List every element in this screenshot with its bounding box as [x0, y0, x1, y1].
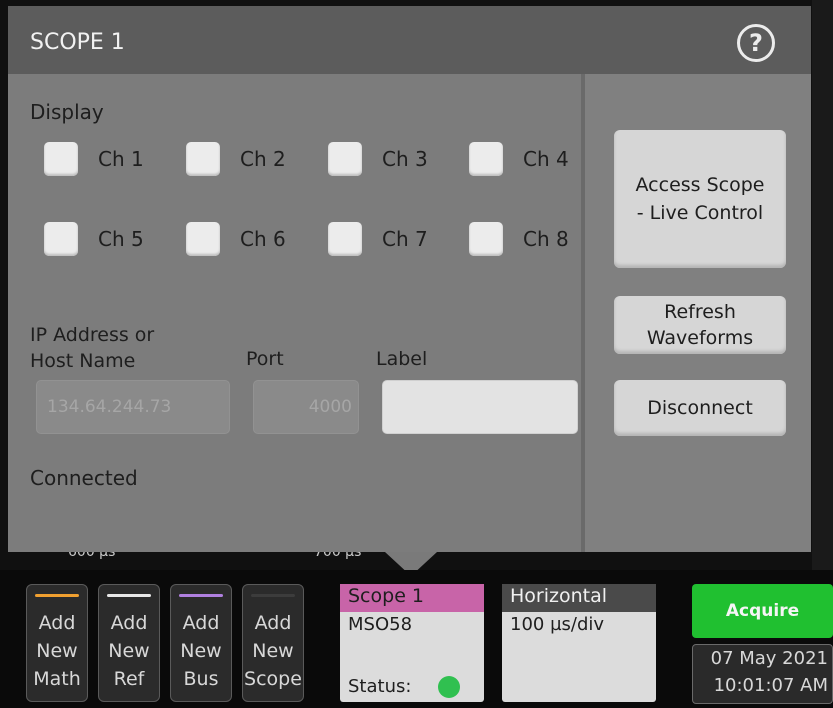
channel-label: Ch 5 — [98, 227, 144, 251]
label-field-label: Label — [376, 348, 428, 370]
channel-label: Ch 2 — [240, 147, 286, 171]
ip-address-input[interactable]: 134.64.244.73 — [36, 380, 230, 434]
channel-label: Ch 6 — [240, 227, 286, 251]
status-label: Status: — [348, 676, 412, 697]
scope-color-bar — [251, 594, 295, 597]
waveform-edge — [812, 0, 833, 570]
channel-label: Ch 1 — [98, 147, 144, 171]
checkbox-icon[interactable] — [328, 142, 362, 176]
refresh-waveforms-button[interactable]: Refresh Waveforms — [614, 296, 786, 354]
add-new-bus-button[interactable]: Add New Bus — [170, 584, 232, 702]
channel-label: Ch 8 — [523, 227, 569, 251]
ip-address-label: IP Address or Host Name — [30, 324, 155, 372]
scope-1-badge[interactable]: Scope 1 MSO58 Status: — [340, 584, 484, 702]
add-new-math-label: Add New Math — [33, 612, 81, 690]
math-color-bar — [35, 594, 79, 597]
checkbox-icon[interactable] — [328, 222, 362, 256]
channel-checkbox-6[interactable]: Ch 6 — [186, 222, 286, 256]
help-icon[interactable]: ? — [737, 24, 775, 62]
add-new-math-button[interactable]: Add New Math — [26, 584, 88, 702]
add-new-ref-button[interactable]: Add New Ref — [98, 584, 160, 702]
label-input[interactable] — [382, 380, 578, 434]
channel-checkbox-7[interactable]: Ch 7 — [328, 222, 428, 256]
add-new-bus-label: Add New Bus — [180, 612, 222, 690]
disconnect-button[interactable]: Disconnect — [614, 380, 786, 436]
channel-checkbox-4[interactable]: Ch 4 — [469, 142, 569, 176]
checkbox-icon[interactable] — [469, 142, 503, 176]
port-input[interactable]: 4000 — [253, 380, 359, 434]
date-text: 07 May 2021 — [710, 648, 828, 669]
dialog-titlebar: SCOPE 1 ? — [8, 6, 811, 74]
display-label: Display — [30, 100, 104, 124]
add-new-ref-label: Add New Ref — [108, 612, 150, 690]
status-indicator-icon — [438, 676, 460, 698]
channel-label: Ch 3 — [382, 147, 428, 171]
channel-checkbox-5[interactable]: Ch 5 — [44, 222, 144, 256]
channel-checkbox-3[interactable]: Ch 3 — [328, 142, 428, 176]
horizontal-badge[interactable]: Horizontal 100 µs/div — [502, 584, 656, 702]
checkbox-icon[interactable] — [469, 222, 503, 256]
checkbox-icon[interactable] — [44, 142, 78, 176]
settings-panel: Display Ch 1 Ch 2 Ch 3 Ch 4 Ch 5 Ch 6 Ch… — [8, 74, 581, 552]
actions-panel: Access Scope - Live Control Refresh Wave… — [585, 74, 811, 552]
scope-badge-title: Scope 1 — [348, 585, 425, 607]
channel-checkbox-2[interactable]: Ch 2 — [186, 142, 286, 176]
scope-config-dialog: SCOPE 1 ? Display Ch 1 Ch 2 Ch 3 Ch 4 Ch… — [8, 6, 811, 552]
channel-checkbox-1[interactable]: Ch 1 — [44, 142, 144, 176]
port-label: Port — [246, 348, 284, 370]
horizontal-badge-title: Horizontal — [510, 585, 608, 607]
acquire-button[interactable]: Acquire — [692, 584, 833, 638]
horizontal-scale: 100 µs/div — [510, 614, 605, 635]
bus-color-bar — [179, 594, 223, 597]
dialog-title: SCOPE 1 — [30, 30, 125, 55]
date-time-display[interactable]: 07 May 2021 10:01:07 AM — [692, 644, 833, 704]
access-scope-button[interactable]: Access Scope - Live Control — [614, 130, 786, 268]
checkbox-icon[interactable] — [44, 222, 78, 256]
channel-checkbox-8[interactable]: Ch 8 — [469, 222, 569, 256]
add-new-scope-button[interactable]: Add New Scope — [242, 584, 304, 702]
time-text: 10:01:07 AM — [713, 675, 828, 696]
add-new-scope-label: Add New Scope — [244, 612, 302, 690]
channel-label: Ch 4 — [523, 147, 569, 171]
ref-color-bar — [107, 594, 151, 597]
channel-label: Ch 7 — [382, 227, 428, 251]
connection-status: Connected — [30, 466, 138, 490]
scope-badge-model: MSO58 — [348, 614, 413, 635]
checkbox-icon[interactable] — [186, 142, 220, 176]
checkbox-icon[interactable] — [186, 222, 220, 256]
